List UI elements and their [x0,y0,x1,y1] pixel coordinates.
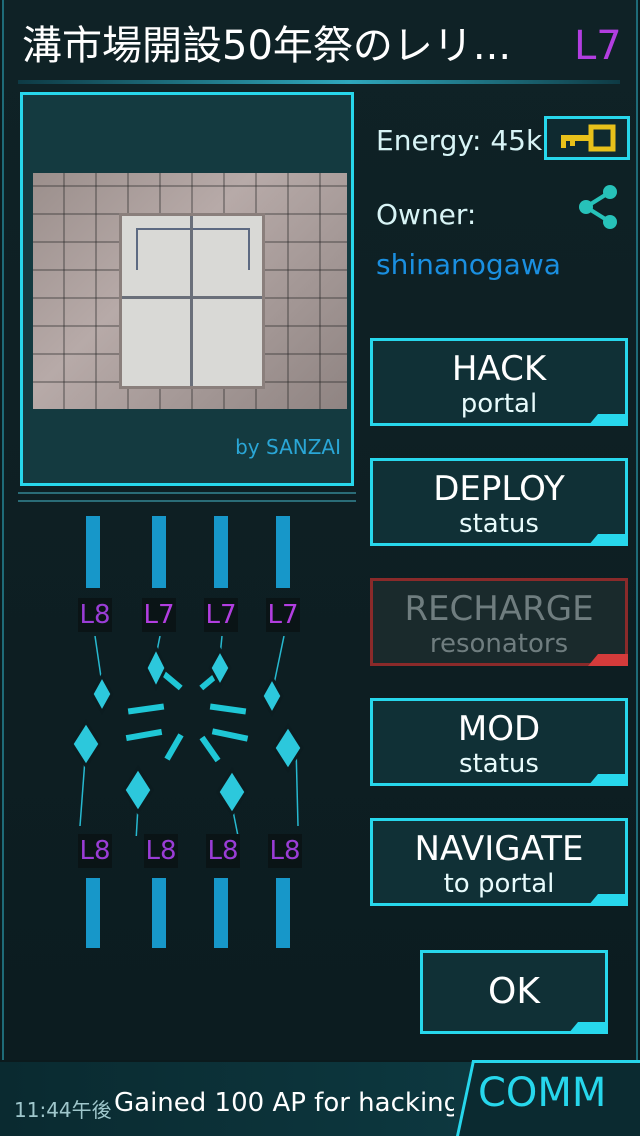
resonator-level-top-2[interactable]: L7 [142,598,176,632]
hack-button-sublabel: portal [460,389,538,419]
photo-credit[interactable]: by SANZAI [235,435,341,459]
resonator-level-bottom-3[interactable]: L8 [206,834,240,868]
key-button[interactable] [544,116,630,160]
resonator-bar-top-1 [86,516,100,588]
deploy-button-label: DEPLOY [433,469,565,509]
key-icon [561,124,616,152]
mod-button-sublabel: status [459,749,539,779]
resonator-bar-top-2 [152,516,166,588]
resonator-level-top-3[interactable]: L7 [204,598,238,632]
resonator-level-bottom-2[interactable]: L8 [144,834,178,868]
comm-message-time: 11:44午後 [14,1098,112,1122]
button-corner-accent [568,1022,608,1034]
energy-label: Energy: 45k [376,124,543,157]
deploy-button-sublabel: status [459,509,539,539]
navigate-button-label: NAVIGATE [414,829,584,869]
resonator-level-top-1[interactable]: L8 [78,598,112,632]
comm-message-text: Gained 100 AP for hacking [114,1088,454,1118]
recharge-resonators-button[interactable]: RECHARGE resonators [370,578,628,666]
photo-divider [18,492,356,502]
portal-photo-frame[interactable]: by SANZAI [20,92,354,486]
resonator-level-top-4[interactable]: L7 [266,598,300,632]
title-divider [18,80,620,84]
owner-name-link[interactable]: shinanogawa [376,248,561,281]
resonator-level-bottom-4[interactable]: L8 [268,834,302,868]
hack-button-label: HACK [451,349,547,389]
resonator-bar-bottom-1 [86,878,100,948]
photo-tile-seam-v [190,216,193,386]
ok-button[interactable]: OK [420,950,608,1034]
mod-status-button[interactable]: MOD status [370,698,628,786]
recharge-button-sublabel: resonators [429,629,569,659]
share-icon[interactable] [576,184,622,230]
portal-title: 溝市場開設50年祭のレリ... [22,23,512,69]
photo-gate-drawing [136,228,250,270]
resonator-bar-top-4 [276,516,290,588]
resonator-level-bottom-1[interactable]: L8 [78,834,112,868]
owner-label: Owner: [376,198,477,231]
hack-portal-button[interactable]: HACK portal [370,338,628,426]
resonator-bar-bottom-4 [276,878,290,948]
ok-button-label: OK [488,971,540,1012]
navigate-to-portal-button[interactable]: NAVIGATE to portal [370,818,628,906]
portal-photo[interactable] [33,173,347,409]
deploy-status-button[interactable]: DEPLOY status [370,458,628,546]
photo-tile-artwork [119,213,265,389]
portal-level: L7 [574,23,622,69]
mod-button-label: MOD [457,709,541,749]
resonator-bar-top-3 [214,516,228,588]
resonator-bar-bottom-3 [214,878,228,948]
navigate-button-sublabel: to portal [443,869,555,899]
recharge-button-label: RECHARGE [404,589,594,629]
resonator-bar-bottom-2 [152,878,166,948]
resonator-link-diagram [79,636,299,836]
comm-tab-label[interactable]: COMM [478,1070,606,1116]
